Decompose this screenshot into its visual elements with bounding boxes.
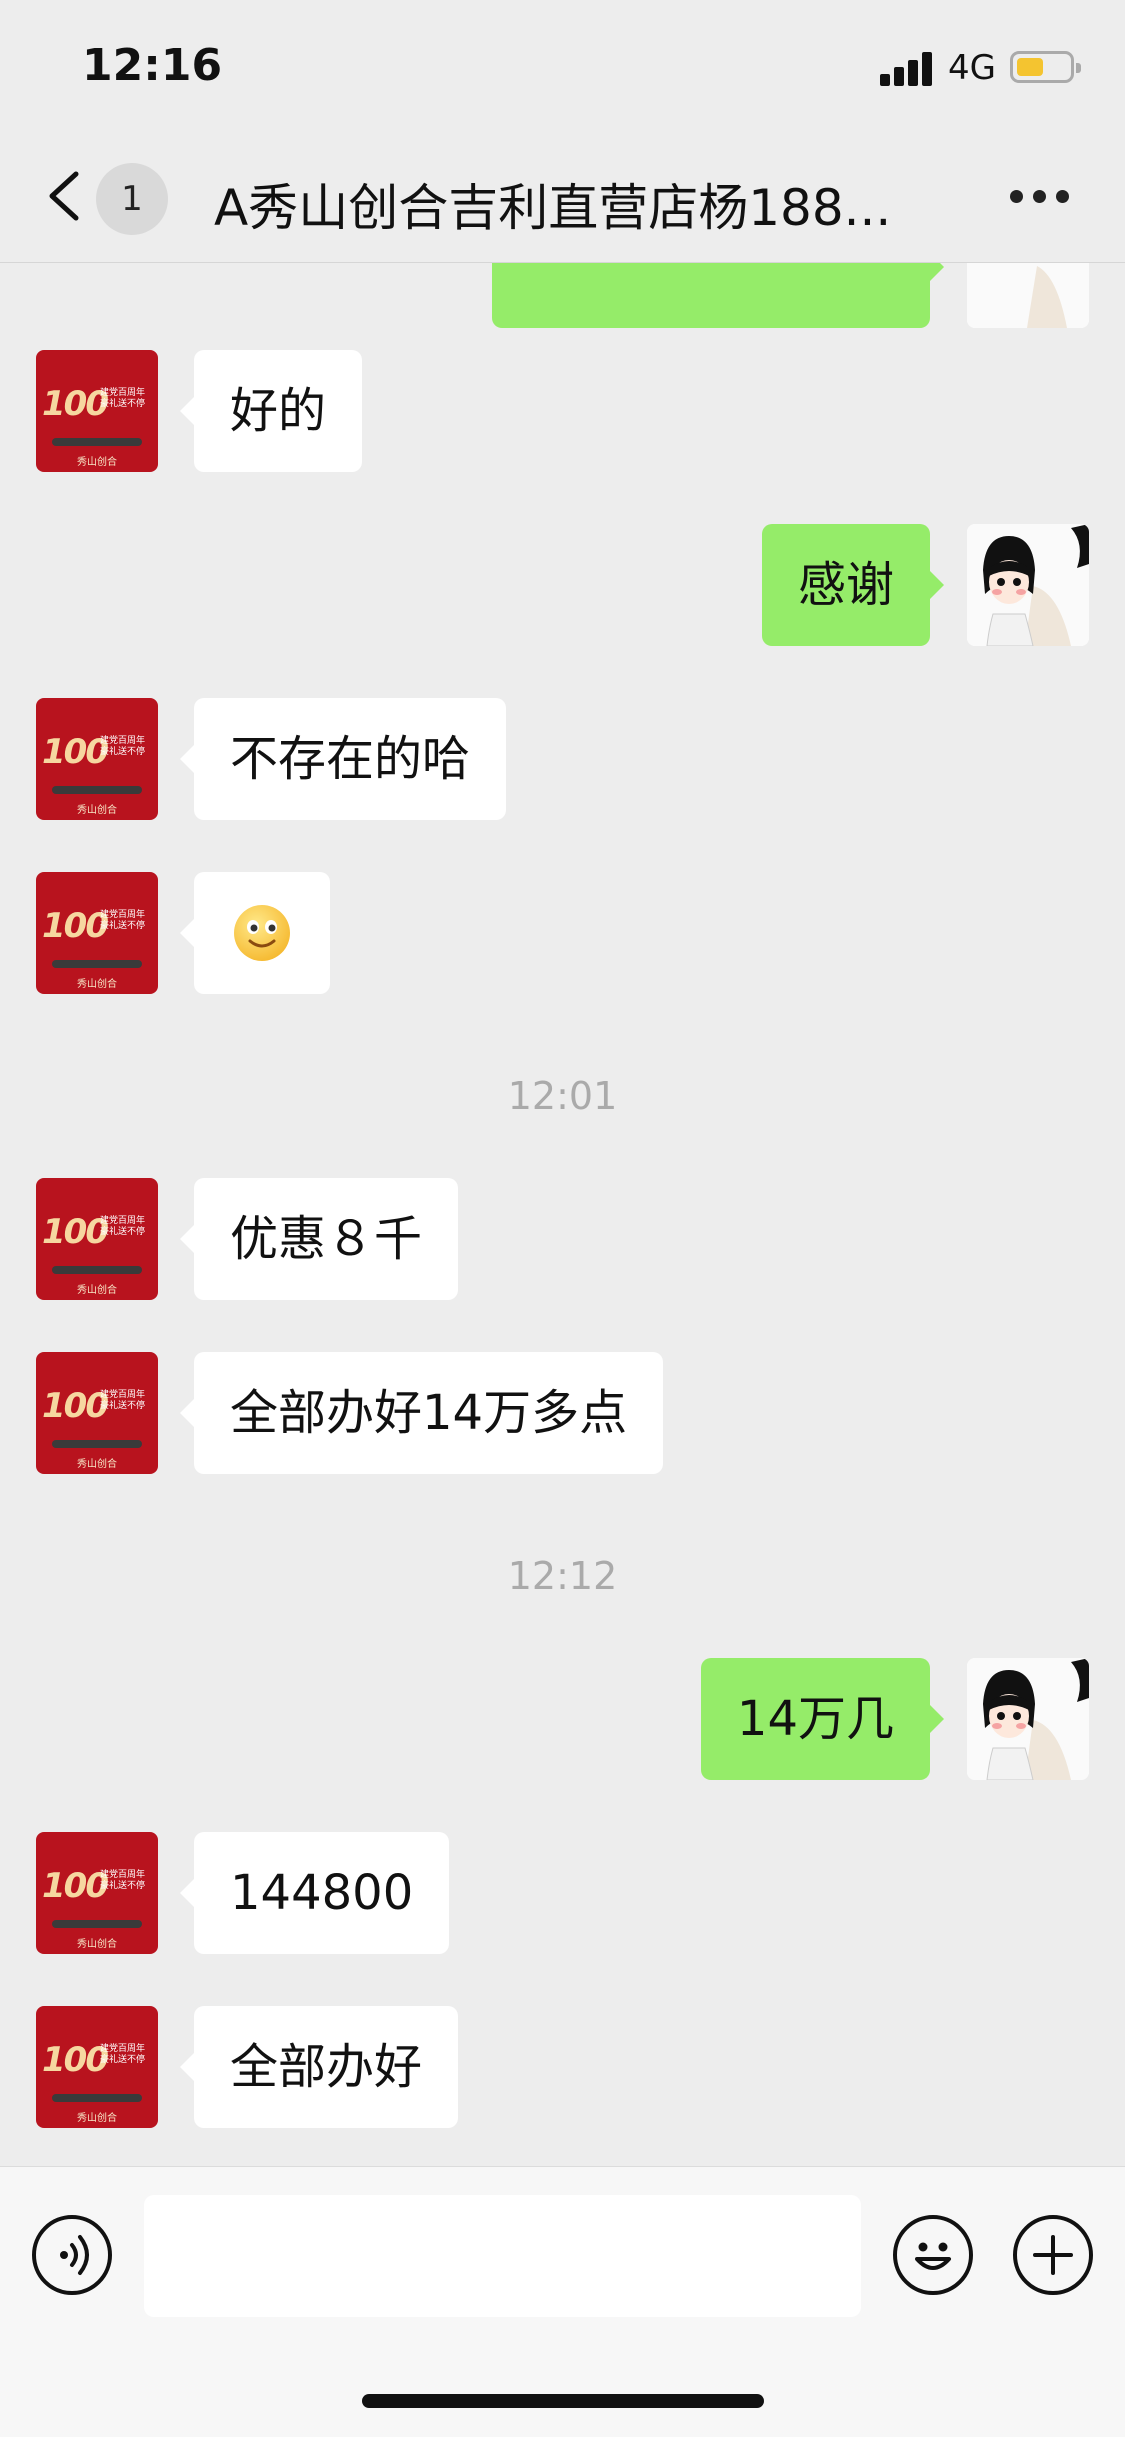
status-time: 12:16 [82, 40, 223, 91]
message-input[interactable] [144, 2195, 861, 2317]
car-icon [52, 960, 142, 968]
message-list[interactable]: 100 建党百周年 豪礼送不停 秀山创合 好的 感谢 100 建党百周年 豪礼送… [0, 262, 1125, 2166]
message-bubble[interactable]: 好的 [179, 350, 363, 472]
store-avatar[interactable]: 100 建党百周年 豪礼送不停 秀山创合 [36, 1178, 158, 1300]
emoji-icon[interactable] [893, 2215, 973, 2295]
my-avatar[interactable] [967, 524, 1089, 646]
cartoon-girl-icon [967, 1658, 1089, 1780]
store-avatar[interactable]: 100 建党百周年 豪礼送不停 秀山创合 [36, 1832, 158, 1954]
message-bubble[interactable]: 优惠８千 [179, 1178, 459, 1300]
more-options-icon[interactable] [1010, 190, 1070, 204]
smile-emoji-icon [234, 905, 290, 961]
voice-icon[interactable] [32, 2215, 112, 2295]
my-avatar[interactable] [967, 1658, 1089, 1780]
plus-icon[interactable] [1013, 2215, 1093, 2295]
car-icon [52, 438, 142, 446]
car-icon [52, 1440, 142, 1448]
car-icon [52, 1266, 142, 1274]
cartoon-girl-icon [967, 262, 1089, 328]
car-icon [52, 2094, 142, 2102]
store-avatar[interactable]: 100 建党百周年 豪礼送不停 秀山创合 [36, 2006, 158, 2128]
chat-title: A秀山创合吉利直营店杨188... [214, 179, 892, 237]
my-avatar[interactable] [967, 262, 1089, 328]
message-bubble[interactable]: 全部办好14万多点 [179, 1352, 664, 1474]
message-bubble[interactable]: 不存在的哈 [179, 698, 507, 820]
signal-icon [880, 52, 936, 86]
store-avatar[interactable]: 100 建党百周年 豪礼送不停 秀山创合 [36, 698, 158, 820]
car-icon [52, 786, 142, 794]
battery-icon [1010, 51, 1081, 83]
message-bubble[interactable]: 144800 [179, 1832, 450, 1954]
chat-header: 1 A秀山创合吉利直营店杨188... [0, 130, 1125, 263]
store-avatar[interactable]: 100 建党百周年 豪礼送不停 秀山创合 [36, 1352, 158, 1474]
message-bubble-partial[interactable] [492, 262, 944, 328]
timestamp: 12:01 [507, 1074, 618, 1118]
message-bubble[interactable]: 全部办好 [179, 2006, 459, 2128]
car-icon [52, 1920, 142, 1928]
timestamp: 12:12 [507, 1554, 618, 1598]
store-avatar[interactable]: 100 建党百周年 豪礼送不停 秀山创合 [36, 350, 158, 472]
message-bubble[interactable]: 感谢 [761, 524, 945, 646]
message-bubble[interactable] [180, 872, 330, 994]
network-type: 4G [948, 48, 996, 88]
cartoon-girl-icon [967, 524, 1089, 646]
message-bubble[interactable]: 14万几 [700, 1658, 945, 1780]
status-bar: 12:16 4G [0, 0, 1125, 130]
unread-count-badge[interactable]: 1 [96, 163, 168, 235]
home-indicator[interactable] [362, 2394, 764, 2408]
back-arrow-icon[interactable] [44, 170, 84, 222]
store-avatar[interactable]: 100 建党百周年 豪礼送不停 秀山创合 [36, 872, 158, 994]
